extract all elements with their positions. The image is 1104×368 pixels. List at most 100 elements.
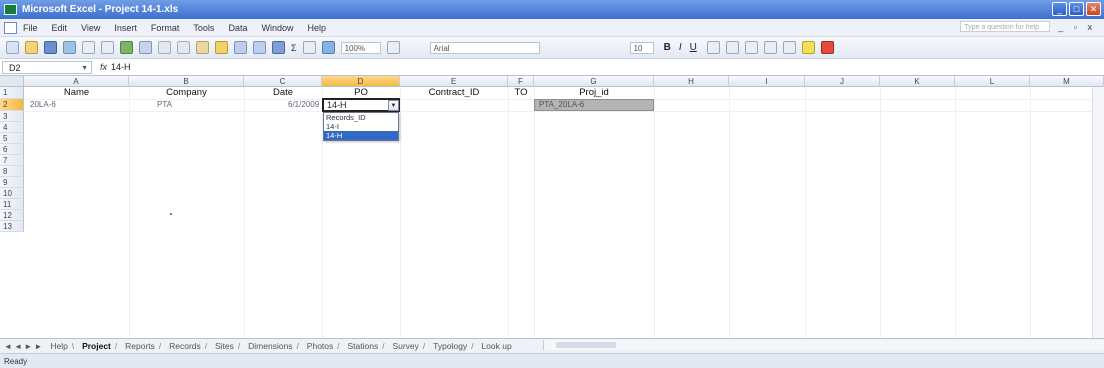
column-header-k[interactable]: K [880, 76, 955, 87]
menu-help[interactable]: Help [307, 23, 326, 33]
row-header-5[interactable]: 5 [0, 133, 24, 144]
row-header-2[interactable]: 2 [0, 99, 24, 111]
help-icon[interactable] [386, 41, 400, 54]
menu-format[interactable]: Format [151, 23, 180, 33]
menu-view[interactable]: View [81, 23, 100, 33]
fx-icon[interactable]: fx [100, 62, 107, 72]
row-header-11[interactable]: 11 [0, 199, 24, 210]
dropdown-option[interactable]: Records_ID [324, 113, 398, 122]
menu-file[interactable]: File [23, 23, 38, 33]
help-search-input[interactable]: Type a question for help [960, 21, 1051, 32]
font-name-select[interactable]: Arial [429, 41, 540, 54]
cell-a2[interactable]: 20LA-6 [30, 99, 126, 111]
hyperlink-icon[interactable] [272, 41, 285, 54]
column-header-a[interactable]: A [24, 76, 129, 87]
cell-c1[interactable]: Date [244, 87, 322, 99]
vertical-scrollbar[interactable] [1092, 87, 1104, 338]
column-header-j[interactable]: J [805, 76, 880, 87]
cell-g1[interactable]: Proj_id [534, 87, 654, 99]
dropdown-option-selected[interactable]: 14-H [324, 131, 398, 140]
worksheet-grid[interactable]: A B C D E F G H I J K L M 1 2 3 4 5 6 7 … [0, 76, 1104, 338]
row-header-8[interactable]: 8 [0, 166, 24, 177]
italic-button[interactable]: I [679, 42, 682, 53]
workbook-window-controls[interactable]: _ ▫ x [1058, 22, 1096, 32]
chevron-down-icon[interactable]: ▼ [81, 62, 88, 75]
close-button[interactable]: ✕ [1086, 2, 1101, 16]
row-header-13[interactable]: 13 [0, 221, 24, 232]
tab-reports[interactable]: Reports [125, 341, 155, 351]
print-preview-icon[interactable] [101, 41, 114, 54]
redo-icon[interactable] [253, 41, 266, 54]
column-header-l[interactable]: L [955, 76, 1030, 87]
open-icon[interactable] [25, 41, 38, 54]
undo-icon[interactable] [234, 41, 247, 54]
row-header-6[interactable]: 6 [0, 144, 24, 155]
menu-data[interactable]: Data [228, 23, 247, 33]
minimize-button[interactable]: _ [1052, 2, 1067, 16]
menu-insert[interactable]: Insert [114, 23, 137, 33]
fill-color-icon[interactable] [801, 41, 815, 54]
copy-icon[interactable] [177, 41, 190, 54]
row-header-7[interactable]: 7 [0, 155, 24, 166]
dropdown-option[interactable]: 14-I [324, 122, 398, 131]
column-header-h[interactable]: H [654, 76, 729, 87]
column-header-e[interactable]: E [400, 76, 508, 87]
research-icon[interactable] [139, 41, 152, 54]
format-painter-icon[interactable] [215, 41, 228, 54]
sort-icon[interactable] [302, 41, 316, 54]
maximize-button[interactable]: □ [1069, 2, 1084, 16]
tab-survey[interactable]: Survey [392, 341, 418, 351]
borders-icon[interactable] [782, 41, 796, 54]
cell-b2[interactable]: PTA [157, 99, 237, 111]
menu-tools[interactable]: Tools [193, 23, 214, 33]
tab-sites[interactable]: Sites [215, 341, 234, 351]
tab-dimensions[interactable]: Dimensions [248, 341, 292, 351]
validation-dropdown-button[interactable]: ▼ [388, 100, 399, 111]
column-header-d[interactable]: D [322, 76, 400, 87]
cell-g2[interactable]: PTA_20LA-6 [534, 99, 654, 111]
zoom-select[interactable]: 100% [340, 41, 381, 54]
tab-typology[interactable]: Typology [433, 341, 467, 351]
column-header-c[interactable]: C [244, 76, 322, 87]
tab-photos[interactable]: Photos [307, 341, 333, 351]
spelling-icon[interactable] [120, 41, 133, 54]
permission-icon[interactable] [63, 41, 76, 54]
print-icon[interactable] [82, 41, 95, 54]
align-left-icon[interactable] [706, 41, 720, 54]
new-icon[interactable] [6, 41, 19, 54]
validation-dropdown-list[interactable]: Records_ID 14-I 14-H [323, 112, 399, 141]
align-right-icon[interactable] [744, 41, 758, 54]
cell-e1[interactable]: Contract_ID [400, 87, 508, 99]
row-header-9[interactable]: 9 [0, 177, 24, 188]
column-header-b[interactable]: B [129, 76, 244, 87]
bold-button[interactable]: B [664, 42, 671, 53]
tab-project[interactable]: Project [82, 341, 111, 351]
cell-a1[interactable]: Name [24, 87, 129, 99]
menu-edit[interactable]: Edit [52, 23, 68, 33]
font-size-select[interactable]: 10 [629, 41, 654, 54]
column-header-g[interactable]: G [534, 76, 654, 87]
cell-c2[interactable]: 6/1/2009 [288, 99, 322, 111]
horizontal-scrollbar[interactable] [543, 340, 1104, 350]
chart-wizard-icon[interactable] [321, 41, 335, 54]
tab-look-up[interactable]: Look up [481, 341, 511, 351]
formula-input[interactable]: 14-H [111, 62, 131, 72]
menu-window[interactable]: Window [261, 23, 293, 33]
workbook-icon[interactable] [4, 21, 17, 34]
save-icon[interactable] [44, 41, 57, 54]
row-header-4[interactable]: 4 [0, 122, 24, 133]
cut-icon[interactable] [158, 41, 171, 54]
autosum-button[interactable]: Σ [291, 43, 297, 53]
select-all-corner[interactable] [0, 76, 24, 87]
scrollbar-thumb[interactable] [556, 342, 616, 348]
align-center-icon[interactable] [725, 41, 739, 54]
column-header-f[interactable]: F [508, 76, 534, 87]
font-color-icon[interactable] [820, 41, 834, 54]
underline-button[interactable]: U [690, 42, 697, 53]
tab-stations[interactable]: Stations [348, 341, 379, 351]
tab-scroll-arrows[interactable]: ◄ ◄ ► ► [4, 342, 42, 351]
column-header-m[interactable]: M [1030, 76, 1104, 87]
cell-b1[interactable]: Company [129, 87, 244, 99]
row-header-1[interactable]: 1 [0, 87, 24, 99]
name-box[interactable]: D2 ▼ [2, 60, 92, 75]
